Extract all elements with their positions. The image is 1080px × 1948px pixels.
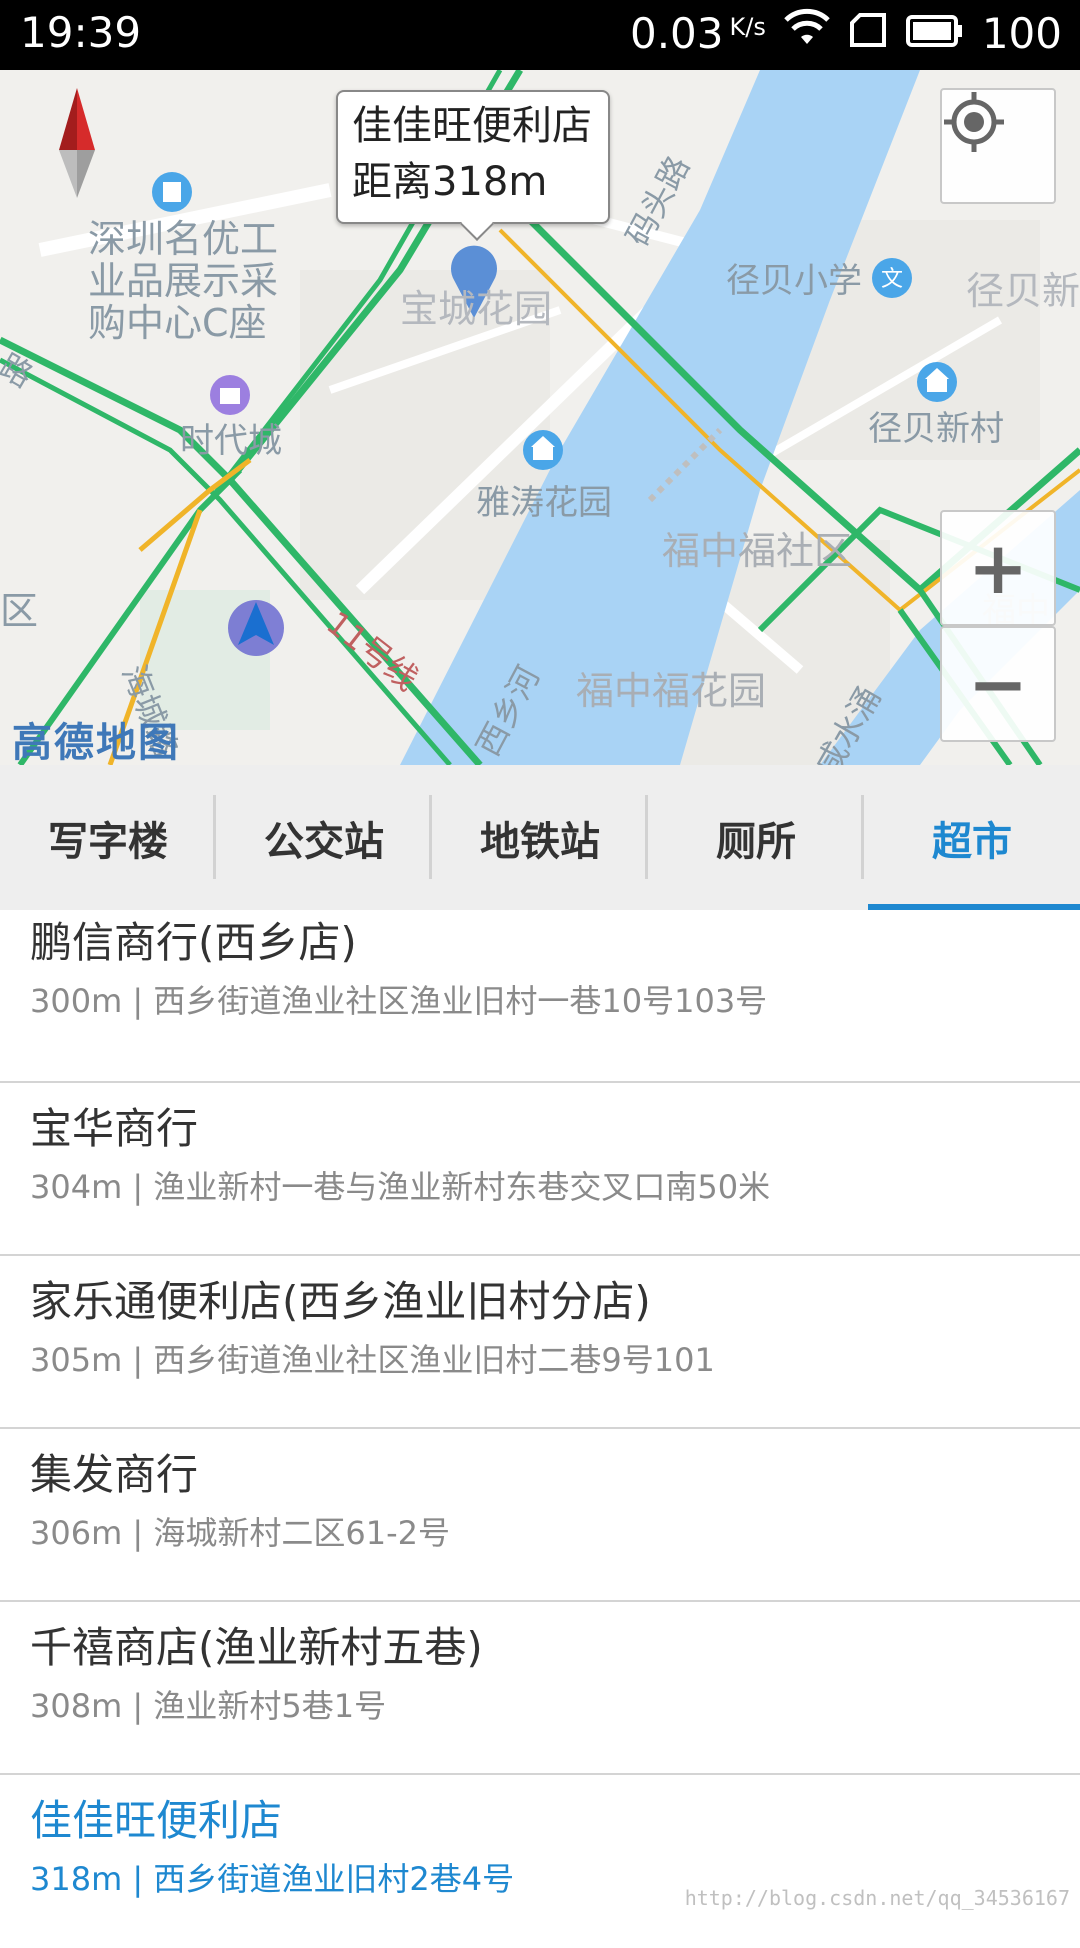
map-label: 径贝小学 xyxy=(726,261,862,301)
map-label: 区 xyxy=(0,589,39,633)
map-label: 福中福社区 xyxy=(662,529,853,573)
tab-label: 厕所 xyxy=(716,818,796,865)
poi-list: 鹏信商行(西乡店) 300m | 西乡街道渔业社区渔业旧村一巷10号103号 宝… xyxy=(0,910,1080,1948)
home-poi-icon-2 xyxy=(917,362,957,402)
map-label: 时代城 xyxy=(180,421,282,461)
battery-level: 100 xyxy=(981,8,1062,58)
no-sim-icon xyxy=(848,9,888,58)
callout-name: 佳佳旺便利店 xyxy=(352,103,592,149)
list-item[interactable]: 千禧商店(渔业新村五巷) 308m | 渔业新村5巷1号 xyxy=(0,1602,1080,1775)
poi-address: 306m | 海城新村二区61-2号 xyxy=(30,1514,451,1552)
school-poi-icon: 文 xyxy=(872,258,912,298)
map-label: 宝城花园 xyxy=(400,287,553,331)
list-item[interactable]: 宝华商行 304m | 渔业新村一巷与渔业新村东巷交叉口南50米 xyxy=(0,1083,1080,1256)
shopping-poi-icon xyxy=(210,375,250,415)
poi-name: 宝华商行 xyxy=(30,1104,199,1153)
battery-icon xyxy=(905,9,964,58)
building-poi-icon xyxy=(152,172,192,212)
tab-office[interactable]: 写字楼 xyxy=(0,765,216,910)
net-speed-value: 0.03 xyxy=(629,8,724,58)
list-item-selected[interactable]: 佳佳旺便利店 318m | 西乡街道渔业旧村2巷4号 xyxy=(0,1775,1080,1948)
poi-address: 304m | 渔业新村一巷与渔业新村东巷交叉口南50米 xyxy=(30,1168,771,1206)
tab-bus-stop[interactable]: 公交站 xyxy=(216,765,432,910)
home-poi-icon xyxy=(523,430,563,470)
tab-label: 写字楼 xyxy=(48,818,168,865)
map-logo: 高德地图 xyxy=(12,720,180,765)
list-item[interactable]: 鹏信商行(西乡店) 300m | 西乡街道渔业社区渔业旧村一巷10号103号 xyxy=(0,910,1080,1083)
tab-toilet[interactable]: 厕所 xyxy=(648,765,864,910)
tab-label: 地铁站 xyxy=(480,818,600,865)
watermark: http://blog.csdn.net/qq_34536167 xyxy=(684,1886,1070,1910)
tab-subway[interactable]: 地铁站 xyxy=(432,765,648,910)
locate-me-button[interactable] xyxy=(940,88,1056,204)
my-location-arrow-icon xyxy=(228,600,284,656)
zoom-out-button[interactable]: − xyxy=(940,626,1056,742)
map-label: 径贝新 xyxy=(966,269,1080,313)
wifi-icon xyxy=(784,8,830,58)
poi-name: 佳佳旺便利店 xyxy=(30,1796,283,1845)
zoom-in-button[interactable]: + xyxy=(940,510,1056,626)
crosshair-icon xyxy=(944,92,1004,152)
compass-icon[interactable] xyxy=(59,88,95,198)
category-tabs: 写字楼 公交站 地铁站 厕所 超市 xyxy=(0,765,1080,910)
net-speed: 0.03 K/s xyxy=(630,9,766,58)
tab-label: 公交站 xyxy=(264,818,384,865)
poi-name: 家乐通便利店(西乡渔业旧村分店) xyxy=(30,1277,651,1326)
map-label: 径贝新村 xyxy=(868,409,1004,449)
poi-name: 千禧商店(渔业新村五巷) xyxy=(30,1623,483,1672)
status-bar: 19:39 0.03 K/s 100 xyxy=(0,0,1080,70)
map-label: 业品展示采 xyxy=(88,259,279,303)
net-speed-unit: K/s xyxy=(729,12,766,41)
map-label: 雅涛花园 xyxy=(476,483,612,523)
poi-callout[interactable]: 佳佳旺便利店 距离318m xyxy=(336,90,610,224)
tab-label: 超市 xyxy=(932,818,1012,865)
map-label: 购中心C座 xyxy=(88,301,267,345)
poi-address: 308m | 渔业新村5巷1号 xyxy=(30,1687,387,1725)
status-right: 0.03 K/s 100 xyxy=(630,8,1062,58)
map-label: 深圳名优工 xyxy=(88,217,279,261)
map-label: 福中福花园 xyxy=(576,669,767,713)
svg-text:文: 文 xyxy=(881,267,903,292)
poi-address: 305m | 西乡街道渔业社区渔业旧村二巷9号101 xyxy=(30,1341,715,1379)
list-item[interactable]: 集发商行 306m | 海城新村二区61-2号 xyxy=(0,1429,1080,1602)
poi-name: 鹏信商行(西乡店) xyxy=(30,918,357,967)
status-time: 19:39 xyxy=(20,8,142,57)
list-item[interactable]: 家乐通便利店(西乡渔业旧村分店) 305m | 西乡街道渔业社区渔业旧村二巷9号… xyxy=(0,1256,1080,1429)
tab-supermarket[interactable]: 超市 xyxy=(864,765,1080,910)
map-view[interactable]: 文 深圳名优工 业品展示采 购中心C座 时代城 宝城花园 雅涛花园 径贝小学 径… xyxy=(0,70,1080,765)
callout-distance: 距离318m xyxy=(352,159,548,205)
poi-address: 300m | 西乡街道渔业社区渔业旧村一巷10号103号 xyxy=(30,982,768,1020)
poi-name: 集发商行 xyxy=(30,1450,199,1499)
